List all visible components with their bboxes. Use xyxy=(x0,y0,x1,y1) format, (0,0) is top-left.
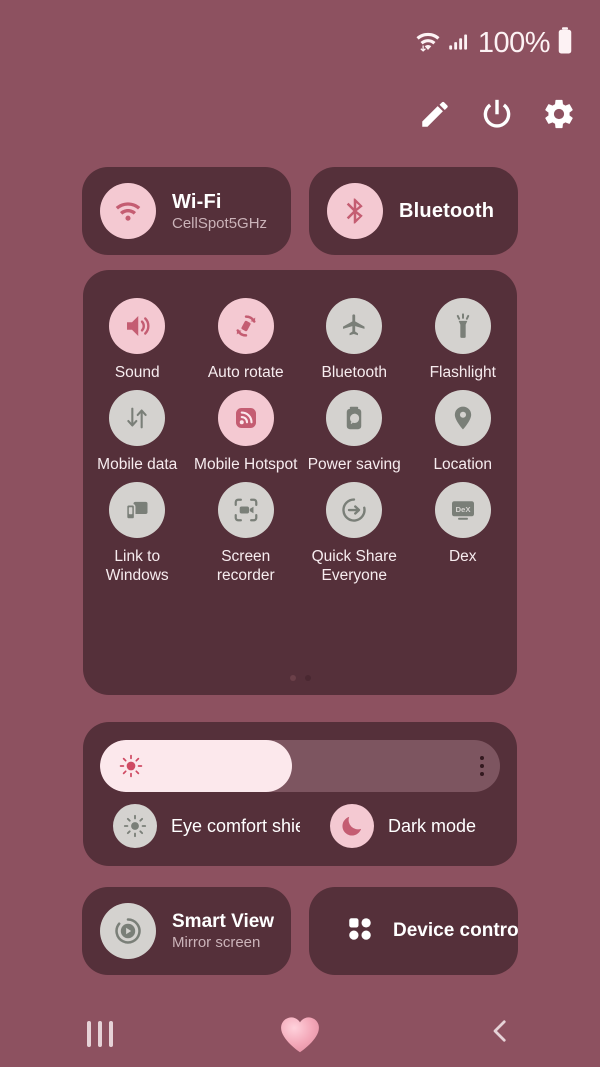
smart-view-subtitle: Mirror screen xyxy=(172,934,261,951)
wifi-data-icon xyxy=(413,26,443,61)
bluetooth-card-text: Bluetooth xyxy=(399,200,494,223)
page-dot xyxy=(304,675,311,681)
toggle-label: Location xyxy=(433,456,493,473)
toggle-label: Sound xyxy=(114,364,160,381)
toggle-mobile-data[interactable]: Mobile data xyxy=(83,390,192,474)
cellular-signal-icon xyxy=(446,28,472,59)
heart-home-icon xyxy=(278,1014,322,1054)
device-control-card[interactable]: Device control xyxy=(309,887,518,975)
battery-percent-label: 100% xyxy=(477,26,551,59)
pencil-icon[interactable] xyxy=(418,97,452,131)
quick-toggles-row: Mobile data Mobile Hotspot Power saving … xyxy=(83,390,517,474)
brightness-panel: Eye comfort shield Dark mode xyxy=(83,722,517,866)
bluetooth-card[interactable]: Bluetooth xyxy=(309,167,518,255)
brightness-slider[interactable] xyxy=(100,740,500,792)
toggle-flashlight[interactable]: Flashlight xyxy=(409,298,518,382)
toggle-label: Flashlight xyxy=(429,364,496,381)
toggle-label: Screen recorder xyxy=(216,548,275,584)
device-control-icon xyxy=(345,914,375,949)
airplane-icon xyxy=(326,298,383,354)
page-indicator xyxy=(83,675,517,681)
page-dot xyxy=(289,675,296,681)
gear-icon[interactable] xyxy=(542,97,576,131)
toggle-label: Power saving xyxy=(307,456,401,473)
svg-text:DeX: DeX xyxy=(455,505,471,514)
power-icon[interactable] xyxy=(480,97,514,131)
wifi-card-subtitle: CellSpot5GHz xyxy=(172,214,268,232)
toggle-label: Mobile data xyxy=(97,456,178,473)
quick-share-icon xyxy=(326,482,383,538)
smart-view-icon xyxy=(100,903,156,959)
toggle-label: Link to Windows xyxy=(105,548,169,584)
recents-icon xyxy=(86,1020,113,1047)
toggle-mobile-hotspot[interactable]: Mobile Hotspot xyxy=(192,390,301,474)
dark-mode-label: Dark mode xyxy=(388,815,477,836)
toggle-bluetooth[interactable]: Bluetooth xyxy=(300,298,409,382)
moon-icon xyxy=(330,804,374,848)
eye-comfort-shield-label: Eye comfort shield xyxy=(171,815,300,836)
wifi-card-title: Wi-Fi xyxy=(172,190,222,213)
nav-recents-button[interactable] xyxy=(0,1020,200,1047)
wifi-card[interactable]: Wi-Fi CellSpot5GHz xyxy=(82,167,291,255)
toggle-power-saving[interactable]: Power saving xyxy=(300,390,409,474)
status-bar: 100% xyxy=(0,0,600,86)
dark-mode-toggle[interactable]: Dark mode xyxy=(300,804,517,848)
smart-view-text: Smart View Mirror screen xyxy=(172,911,274,951)
bluetooth-card-title: Bluetooth xyxy=(399,199,495,222)
link-to-windows-icon xyxy=(109,482,166,538)
toggle-label: Quick Share Everyone xyxy=(311,548,397,584)
quick-toggles-row: Sound Auto rotate Bluetooth Flashlight xyxy=(83,298,517,382)
dex-icon: DeX xyxy=(434,482,491,538)
toggle-link-to-windows[interactable]: Link to Windows xyxy=(83,482,192,585)
header-action-bar xyxy=(418,97,576,131)
wifi-card-text: Wi-Fi CellSpot5GHz xyxy=(172,191,267,232)
sound-icon xyxy=(109,298,166,354)
status-bar-icons xyxy=(413,26,472,61)
bluetooth-icon xyxy=(327,183,383,239)
toggle-label: Auto rotate xyxy=(207,364,284,381)
connection-cards-row: Wi-Fi CellSpot5GHz Bluetooth xyxy=(82,167,518,255)
nav-back-button[interactable] xyxy=(400,1016,600,1051)
brightness-sun-icon xyxy=(118,753,144,779)
quick-toggles-panel: Sound Auto rotate Bluetooth Flashlight M… xyxy=(83,270,517,695)
toggle-quick-share[interactable]: Quick Share Everyone xyxy=(300,482,409,585)
display-modes-row: Eye comfort shield Dark mode xyxy=(83,804,517,848)
power-saving-icon xyxy=(326,390,383,446)
eye-comfort-shield-toggle[interactable]: Eye comfort shield xyxy=(83,804,300,848)
hotspot-icon xyxy=(217,390,274,446)
back-chevron-icon xyxy=(485,1016,515,1051)
bottom-cards-row: Smart View Mirror screen Device control xyxy=(82,887,518,975)
toggle-label: Mobile Hotspot xyxy=(194,456,298,473)
toggle-sound[interactable]: Sound xyxy=(83,298,192,382)
mobile-data-icon xyxy=(109,390,166,446)
location-pin-icon xyxy=(434,390,491,446)
flashlight-icon xyxy=(434,298,491,354)
toggle-dex[interactable]: DeX Dex xyxy=(409,482,518,585)
smart-view-card[interactable]: Smart View Mirror screen xyxy=(82,887,291,975)
toggle-auto-rotate[interactable]: Auto rotate xyxy=(192,298,301,382)
screen-recorder-icon xyxy=(217,482,274,538)
nav-home-button[interactable] xyxy=(200,1014,400,1054)
device-control-label: Device control xyxy=(393,920,518,941)
quick-toggles-row: Link to Windows Screen recorder Quick Sh… xyxy=(83,482,517,585)
eye-comfort-icon xyxy=(113,804,157,848)
toggle-location[interactable]: Location xyxy=(409,390,518,474)
smart-view-title: Smart View xyxy=(172,911,275,932)
toggle-label: Dex xyxy=(448,548,477,565)
toggle-label: Bluetooth xyxy=(321,364,388,381)
toggle-screen-recorder[interactable]: Screen recorder xyxy=(192,482,301,585)
auto-rotate-icon xyxy=(217,298,274,354)
battery-full-icon xyxy=(554,26,576,61)
navigation-bar xyxy=(0,1000,600,1067)
more-options-icon[interactable] xyxy=(480,756,484,776)
wifi-icon xyxy=(100,183,156,239)
